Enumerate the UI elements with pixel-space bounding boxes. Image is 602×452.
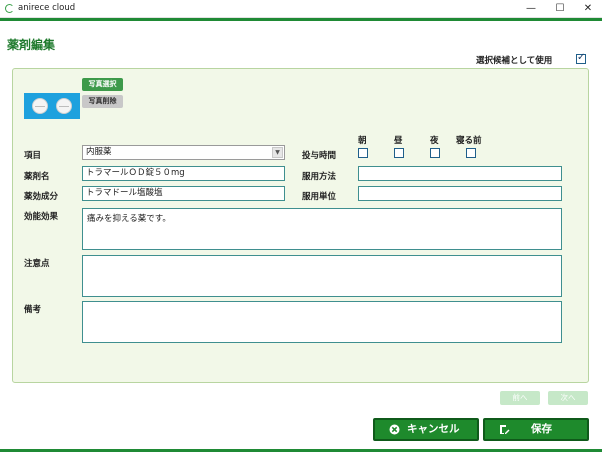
time-noon-label: 昼 xyxy=(394,136,403,146)
ingredient-input[interactable]: トラマドール塩酸塩 xyxy=(82,186,285,201)
remarks-label: 備考 xyxy=(24,305,42,315)
save-button-label: 保存 xyxy=(531,423,552,435)
usage-unit-input[interactable] xyxy=(358,186,562,201)
header-accent-bar xyxy=(0,18,602,21)
time-morning-label: 朝 xyxy=(358,136,367,146)
tablet-image xyxy=(32,98,48,114)
caution-label: 注意点 xyxy=(24,259,50,269)
usage-method-input[interactable] xyxy=(358,166,562,181)
page-title: 薬剤編集 xyxy=(7,38,56,52)
category-value: 内服薬 xyxy=(86,147,112,157)
cancel-button-label: キャンセル xyxy=(407,423,460,435)
drug-name-input[interactable]: トラマールＯＤ錠５０mg xyxy=(82,166,285,181)
next-button[interactable]: 次へ xyxy=(548,391,588,405)
close-button[interactable]: ✕ xyxy=(574,0,602,18)
cancel-x-icon xyxy=(389,424,400,435)
use-as-candidate-checkbox[interactable] xyxy=(576,52,586,64)
photo-delete-button[interactable]: 写真削除 xyxy=(82,95,123,108)
time-night-checkbox[interactable] xyxy=(430,148,440,158)
app-logo-icon xyxy=(5,4,14,13)
app-title: anirece cloud xyxy=(18,3,76,13)
cancel-button[interactable]: キャンセル xyxy=(373,418,479,441)
caution-textarea[interactable] xyxy=(82,255,562,297)
time-bedtime-checkbox[interactable] xyxy=(466,148,476,158)
drug-name-label: 薬剤名 xyxy=(24,172,50,182)
drug-photo xyxy=(24,93,80,119)
time-noon-checkbox[interactable] xyxy=(394,148,404,158)
title-bar: anirece cloud — ☐ ✕ xyxy=(0,0,602,18)
category-select[interactable]: 内服薬 ▼ xyxy=(82,145,285,160)
category-label: 項目 xyxy=(24,151,42,161)
photo-select-button[interactable]: 写真選択 xyxy=(82,78,123,91)
remarks-textarea[interactable] xyxy=(82,301,562,343)
minimize-button[interactable]: — xyxy=(517,0,545,18)
ingredient-label: 薬効成分 xyxy=(24,192,59,202)
prev-button[interactable]: 前へ xyxy=(500,391,540,405)
use-as-candidate-label: 選択候補として使用 xyxy=(476,56,553,66)
dosage-time-label: 投与時間 xyxy=(302,151,337,161)
save-button[interactable]: 保存 xyxy=(483,418,589,441)
efficacy-textarea[interactable]: 痛みを抑える薬です。 xyxy=(82,208,562,250)
chevron-down-icon: ▼ xyxy=(272,147,283,158)
usage-method-label: 服用方法 xyxy=(302,172,337,182)
time-night-label: 夜 xyxy=(430,136,439,146)
efficacy-label: 効能効果 xyxy=(24,212,59,222)
save-edit-icon xyxy=(500,425,510,434)
usage-unit-label: 服用単位 xyxy=(302,192,337,202)
time-bedtime-label: 寝る前 xyxy=(456,136,482,146)
time-morning-checkbox[interactable] xyxy=(358,148,368,158)
tablet-image xyxy=(56,98,72,114)
maximize-button[interactable]: ☐ xyxy=(546,0,574,18)
